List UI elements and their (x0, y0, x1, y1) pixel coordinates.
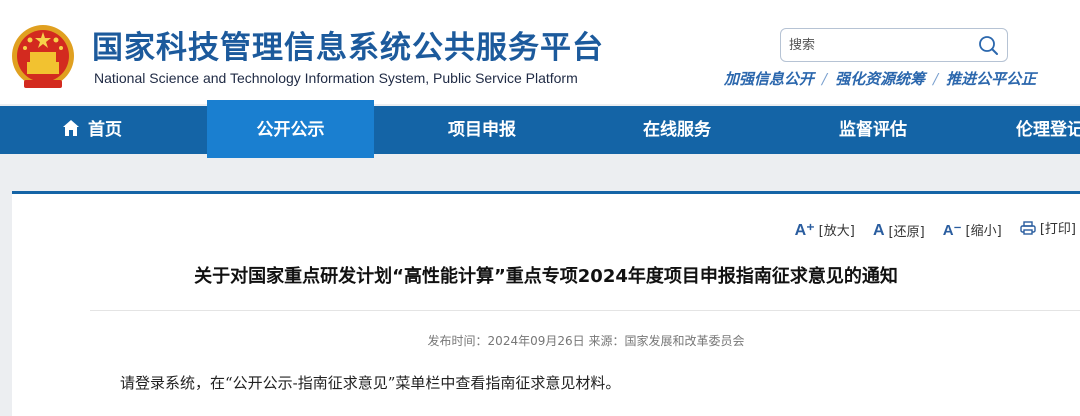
font-restore-icon: A (872, 221, 885, 239)
nav-item-ethics[interactable]: 伦理登记 (1016, 106, 1080, 154)
nav-item-label: 在线服务 (643, 120, 711, 140)
slogan-item: 强化资源统筹 (835, 70, 926, 88)
nav-item-label: 项目申报 (448, 120, 516, 140)
site-header: 国家科技管理信息系统公共服务平台 National Science and Te… (0, 0, 1080, 104)
printer-icon (1020, 220, 1036, 235)
shrink-button[interactable]: A⁻ [缩小] (942, 220, 1002, 240)
restore-button[interactable]: A [还原] (872, 221, 925, 241)
article-meta: 发布时间：2024年09月26日 来源：国家发展和改革委员会 (427, 334, 745, 348)
article-title: 关于对国家重点研发计划“高性能计算”重点专项2024年度项目申报指南征求意见的通… (194, 266, 898, 287)
slogan-item: 加强信息公开 (724, 70, 815, 88)
nav-item-supervision[interactable]: 监督评估 (839, 106, 907, 154)
print-button[interactable]: [打印] (1020, 218, 1076, 237)
main-nav: 首页 公开公示 项目申报 在线服务 监督评估 伦理登记 (0, 100, 1080, 158)
nav-item-home[interactable]: 首页 (62, 106, 122, 154)
enlarge-label: [放大] (818, 224, 855, 239)
nav-item-label: 伦理登记 (1016, 120, 1080, 140)
site-subtitle: National Science and Technology Informat… (94, 70, 578, 86)
nav-item-label: 监督评估 (839, 120, 907, 140)
restore-label: [还原] (888, 225, 925, 240)
nav-item-project-application[interactable]: 项目申报 (448, 106, 516, 154)
article-body: 请登录系统，在“公开公示-指南征求意见”菜单栏中查看指南征求意见材料。 (120, 374, 621, 392)
nav-item-label: 首页 (88, 120, 122, 140)
search-box (780, 28, 1008, 62)
article-card: A⁺ [放大] A [还原] A⁻ [缩小] [打印] 关于对国家重点研发计划“高性能… (12, 191, 1080, 416)
nav-item-label: 公开公示 (256, 120, 325, 140)
print-label: [打印] (1039, 222, 1076, 237)
national-emblem-icon (12, 25, 74, 88)
search-input[interactable] (789, 35, 969, 55)
font-shrink-icon: A⁻ (942, 221, 962, 239)
slogan: 加强信息公开 / 强化资源统筹 / 推进公平公正 (724, 68, 1036, 89)
slogan-item: 推进公平公正 (946, 70, 1037, 88)
slogan-separator: / (933, 70, 939, 88)
font-tools: A⁺ [放大] A [还原] A⁻ [缩小] [打印] (781, 218, 1076, 240)
shrink-label: [缩小] (965, 224, 1002, 239)
home-icon (63, 120, 79, 136)
site-title: 国家科技管理信息系统公共服务平台 (92, 30, 604, 66)
slogan-separator: / (822, 70, 828, 88)
nav-item-online-service[interactable]: 在线服务 (643, 106, 711, 154)
title-divider (90, 310, 1080, 311)
font-enlarge-icon: A⁺ (794, 221, 815, 239)
search-icon[interactable] (977, 34, 999, 56)
nav-item-public-notice[interactable]: 公开公示 (207, 100, 374, 158)
enlarge-button[interactable]: A⁺ [放大] (795, 220, 855, 240)
